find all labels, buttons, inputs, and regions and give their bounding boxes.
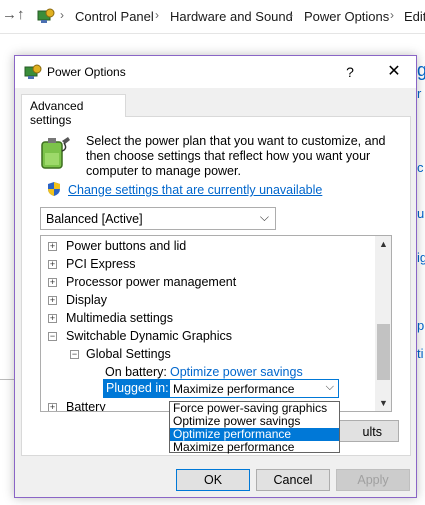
scroll-down-icon[interactable]: ▼ [375,395,391,411]
tree-item-label: PCI Express [66,257,136,271]
plugged-in-select[interactable]: Maximize performance ⌵ [169,379,339,398]
cancel-button[interactable]: Cancel [256,469,330,491]
expand-icon[interactable]: + [48,403,57,411]
tree-item-label: Processor power management [66,275,237,289]
back-arrow-icon[interactable]: → [2,6,17,23]
breadcrumb-separator: › [155,8,159,22]
expand-icon[interactable]: + [48,314,57,323]
apply-button[interactable]: Apply [336,469,410,491]
dialog-titlebar[interactable]: Power Options ? ✕ [15,56,416,88]
background-text-fragment: c [417,160,424,175]
expand-icon[interactable]: + [48,242,57,251]
breadcrumb-hardware-and-sound[interactable]: Hardware and Sound [170,9,293,24]
close-icon[interactable]: ✕ [379,61,409,83]
tree-item-label: Display [66,293,107,307]
breadcrumb-separator: › [289,8,293,22]
power-options-icon [24,64,42,79]
chevron-down-icon: ⌵ [325,381,334,393]
plugged-in-value: Maximize performance [173,382,295,396]
up-arrow-icon[interactable]: ↑ [17,6,25,23]
settings-tree[interactable]: + Power buttons and lid + PCI Express + … [40,235,392,412]
expand-icon[interactable]: + [48,296,57,305]
power-plan-select[interactable]: Balanced [Active] ⌵ [40,207,276,230]
background-link-fragment[interactable]: p [417,318,424,333]
breadcrumb-separator: › [390,8,394,22]
background-heading-fragment: g [417,60,425,80]
tree-item-label: Power buttons and lid [66,239,187,253]
control-panel-icon [37,8,55,23]
dropdown-option[interactable]: Maximize performance [170,441,339,454]
change-settings-link[interactable]: Change settings that are currently unava… [68,183,322,197]
uac-shield-icon [48,182,60,196]
background-text-fragment: r [417,86,422,101]
breadcrumb-edit[interactable]: Edit [404,9,425,24]
dialog-title: Power Options [47,65,126,79]
plan-description: Select the power plan that you want to c… [86,134,386,178]
collapse-icon[interactable]: − [70,350,79,359]
scrollbar-thumb[interactable] [377,324,390,380]
tree-item-label: Switchable Dynamic Graphics [66,329,233,343]
expand-icon[interactable]: + [48,278,57,287]
address-bar: → ↑ › Control Panel › Hardware and Sound… [0,0,425,34]
collapse-icon[interactable]: − [48,332,57,341]
breadcrumb-control-panel[interactable]: Control Panel [75,9,154,24]
tab-advanced-settings[interactable]: Advanced settings [21,94,126,127]
battery-plug-icon [41,137,70,169]
scroll-up-icon[interactable]: ▲ [375,236,391,252]
expand-icon[interactable]: + [48,260,57,269]
tree-item-label: Battery [66,400,106,412]
background-text-fragment: u [417,206,425,221]
help-button[interactable]: ? [335,61,365,83]
breadcrumb-power-options[interactable]: Power Options [304,9,389,24]
plugged-in-label: Plugged in: [103,379,172,398]
restore-defaults-button[interactable]: ults [338,420,399,442]
background-text-fragment: ig [417,250,425,265]
vertical-scrollbar[interactable]: ▲ ▼ [375,236,391,411]
power-plan-value: Balanced [Active] [46,212,143,226]
ok-button[interactable]: OK [176,469,250,491]
power-options-dialog: Power Options ? ✕ Advanced settings Sele… [14,55,417,498]
on-battery-label: On battery: [105,365,167,379]
tree-item-label: Global Settings [86,347,171,361]
background-link-fragment[interactable]: ti [417,346,424,361]
breadcrumb-separator: › [60,8,64,22]
on-battery-value[interactable]: Optimize power savings [170,365,303,379]
tree-item-label: Multimedia settings [66,311,173,325]
chevron-down-icon: ⌵ [259,210,269,224]
plugged-in-dropdown-list[interactable]: Force power-saving graphics Optimize pow… [169,401,340,454]
